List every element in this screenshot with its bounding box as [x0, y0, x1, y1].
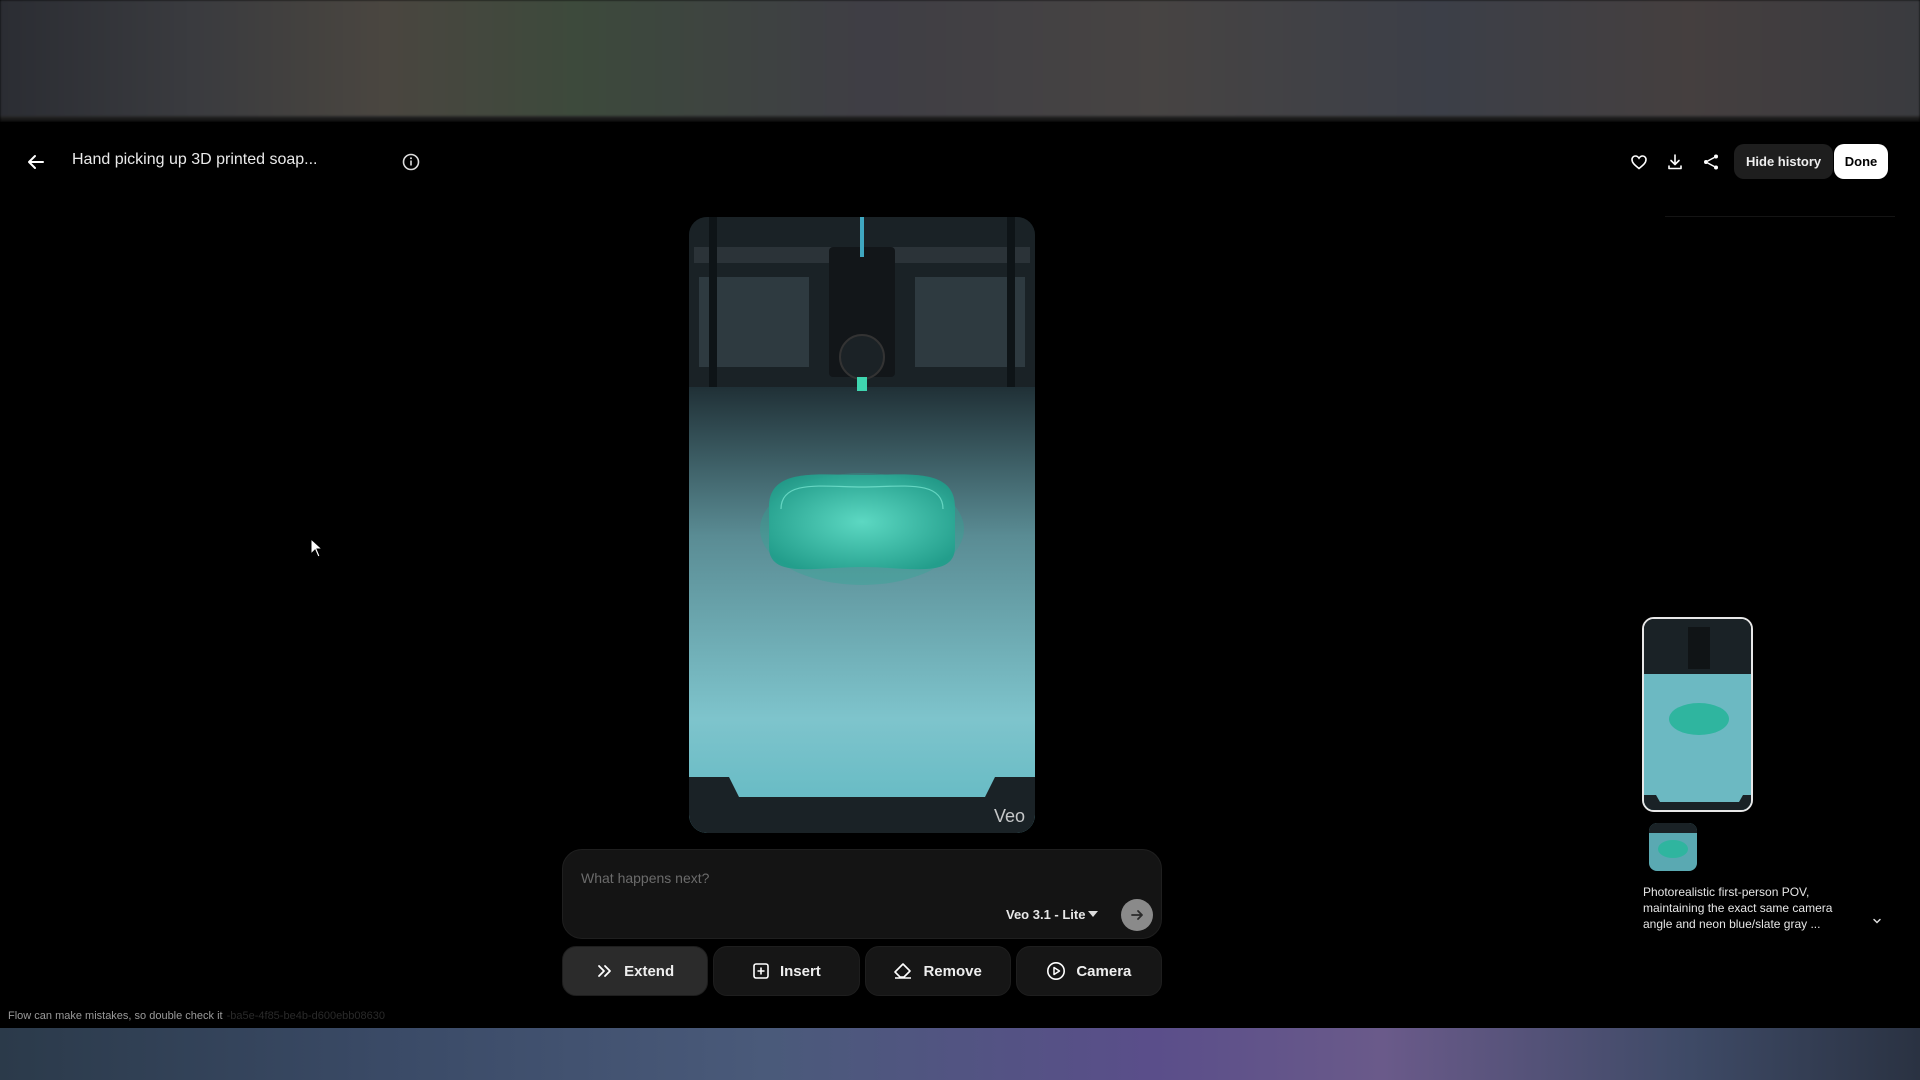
share-button[interactable] — [1699, 150, 1723, 174]
back-button[interactable] — [22, 148, 50, 176]
double-chevron-right-icon — [598, 965, 612, 977]
insert-label: Insert — [779, 962, 821, 980]
model-selector[interactable]: Veo 3.1 - Lite — [988, 900, 1108, 928]
add-box-icon — [753, 963, 769, 979]
history-thumbnail-image — [1649, 823, 1697, 871]
background-blur-bottom — [0, 1028, 1920, 1080]
mouse-cursor-icon — [310, 538, 324, 558]
extend-button[interactable]: Extend — [562, 946, 709, 996]
model-label: Veo 3.1 - Lite — [1006, 906, 1086, 922]
arrow-right-icon — [1131, 910, 1143, 920]
info-icon — [402, 153, 420, 171]
history-item-selected[interactable] — [1642, 617, 1753, 812]
chevron-down-icon — [1873, 918, 1881, 924]
share-icon — [1704, 154, 1718, 170]
insert-button[interactable]: Insert — [713, 946, 860, 996]
video-preview[interactable]: Veo — [689, 217, 1035, 833]
camera-label: Camera — [1076, 962, 1132, 980]
page-title: Hand picking up 3D printed soap... — [72, 151, 318, 168]
download-button[interactable] — [1663, 150, 1687, 174]
send-button[interactable] — [1121, 899, 1153, 931]
done-button[interactable]: Done — [1834, 144, 1888, 179]
camera-button[interactable]: Camera — [1015, 946, 1162, 996]
download-icon — [1668, 154, 1682, 170]
eraser-icon — [894, 963, 912, 979]
history-description: Photorealistic first-person POV, maintai… — [1643, 885, 1833, 931]
video-frame-image — [689, 217, 1035, 833]
veo-watermark: Veo — [993, 806, 1025, 826]
heart-icon — [1631, 155, 1647, 170]
expand-button[interactable] — [1868, 912, 1886, 930]
history-item[interactable] — [1649, 823, 1697, 871]
favorite-button[interactable] — [1627, 150, 1651, 174]
disclaimer-text: Flow can make mistakes, so double check … — [8, 1010, 223, 1022]
remove-label: Remove — [923, 962, 982, 980]
action-bar: Extend Insert Remove Camera — [562, 946, 1162, 996]
header-bar: Hand picking up 3D printed soap... Hide … — [0, 122, 1920, 198]
disclaimer: Flow can make mistakes, so double check … — [8, 1010, 385, 1022]
arrow-back-icon — [28, 155, 44, 169]
prompt-input[interactable] — [581, 870, 981, 886]
hide-history-button[interactable]: Hide history — [1734, 144, 1834, 179]
divider — [1665, 216, 1895, 217]
caret-down-icon — [1088, 911, 1098, 917]
background-blur-top — [0, 0, 1920, 122]
faint-id-text: -ba5e-4f85-be4b-d600ebb08630 — [226, 1010, 386, 1022]
history-thumbnail-image — [1644, 619, 1751, 810]
editor-view: Hand picking up 3D printed soap... Hide … — [0, 122, 1920, 1028]
remove-button[interactable]: Remove — [864, 946, 1011, 996]
play-circle-icon — [1047, 962, 1066, 980]
prompt-box: Veo 3.1 - Lite — [562, 849, 1162, 939]
info-button[interactable] — [400, 151, 422, 173]
extend-label: Extend — [624, 962, 675, 980]
